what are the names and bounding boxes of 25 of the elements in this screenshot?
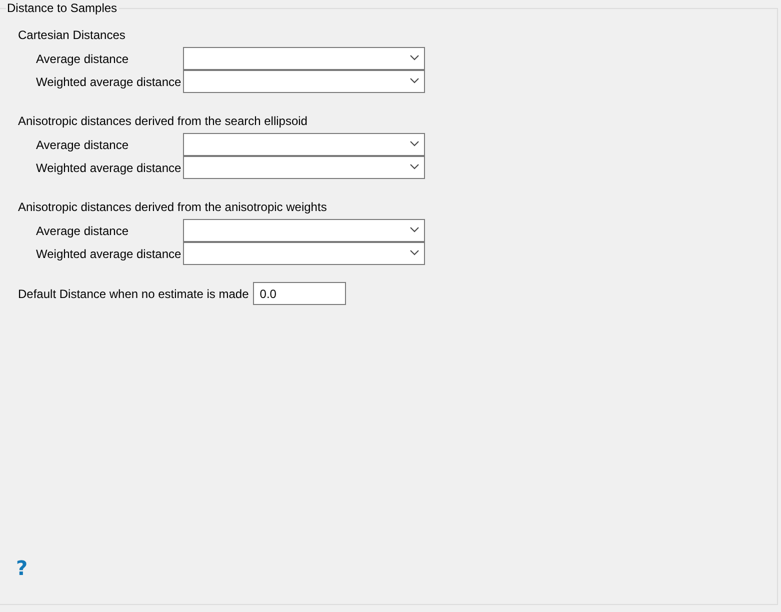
section-heading: Cartesian Distances bbox=[17, 27, 126, 43]
field-label: Weighted average distance bbox=[35, 246, 182, 260]
field-label: Weighted average distance bbox=[35, 160, 182, 174]
field-label: Weighted average distance bbox=[35, 74, 182, 88]
field-label: Average distance bbox=[35, 224, 130, 238]
input-field[interactable]: 0.0 bbox=[252, 282, 346, 305]
dropdown-field[interactable] bbox=[183, 218, 425, 242]
chevron-down-icon bbox=[410, 141, 419, 147]
section-heading: Anisotropic distances derived from the anisotropic weights bbox=[17, 199, 328, 215]
dropdown-field[interactable] bbox=[183, 70, 425, 92]
field-label: Average distance bbox=[35, 138, 130, 152]
chevron-down-icon bbox=[410, 227, 419, 233]
dropdown-field[interactable] bbox=[183, 132, 425, 156]
group-title: Distance to Samples bbox=[6, 0, 120, 16]
chevron-down-icon bbox=[410, 250, 419, 256]
section-heading: Anisotropic distances derived from the search ellipsoid bbox=[17, 113, 308, 129]
field-label: Default Distance when no estimate is made bbox=[18, 286, 249, 300]
dropdown-field[interactable] bbox=[183, 46, 425, 70]
chevron-down-icon bbox=[410, 164, 419, 170]
dropdown-field[interactable] bbox=[183, 242, 425, 264]
field-label: Average distance bbox=[35, 52, 130, 66]
dropdown-field[interactable] bbox=[183, 156, 425, 178]
help-button[interactable]: ? bbox=[14, 557, 30, 579]
chevron-down-icon bbox=[410, 78, 419, 84]
chevron-down-icon bbox=[410, 55, 419, 61]
